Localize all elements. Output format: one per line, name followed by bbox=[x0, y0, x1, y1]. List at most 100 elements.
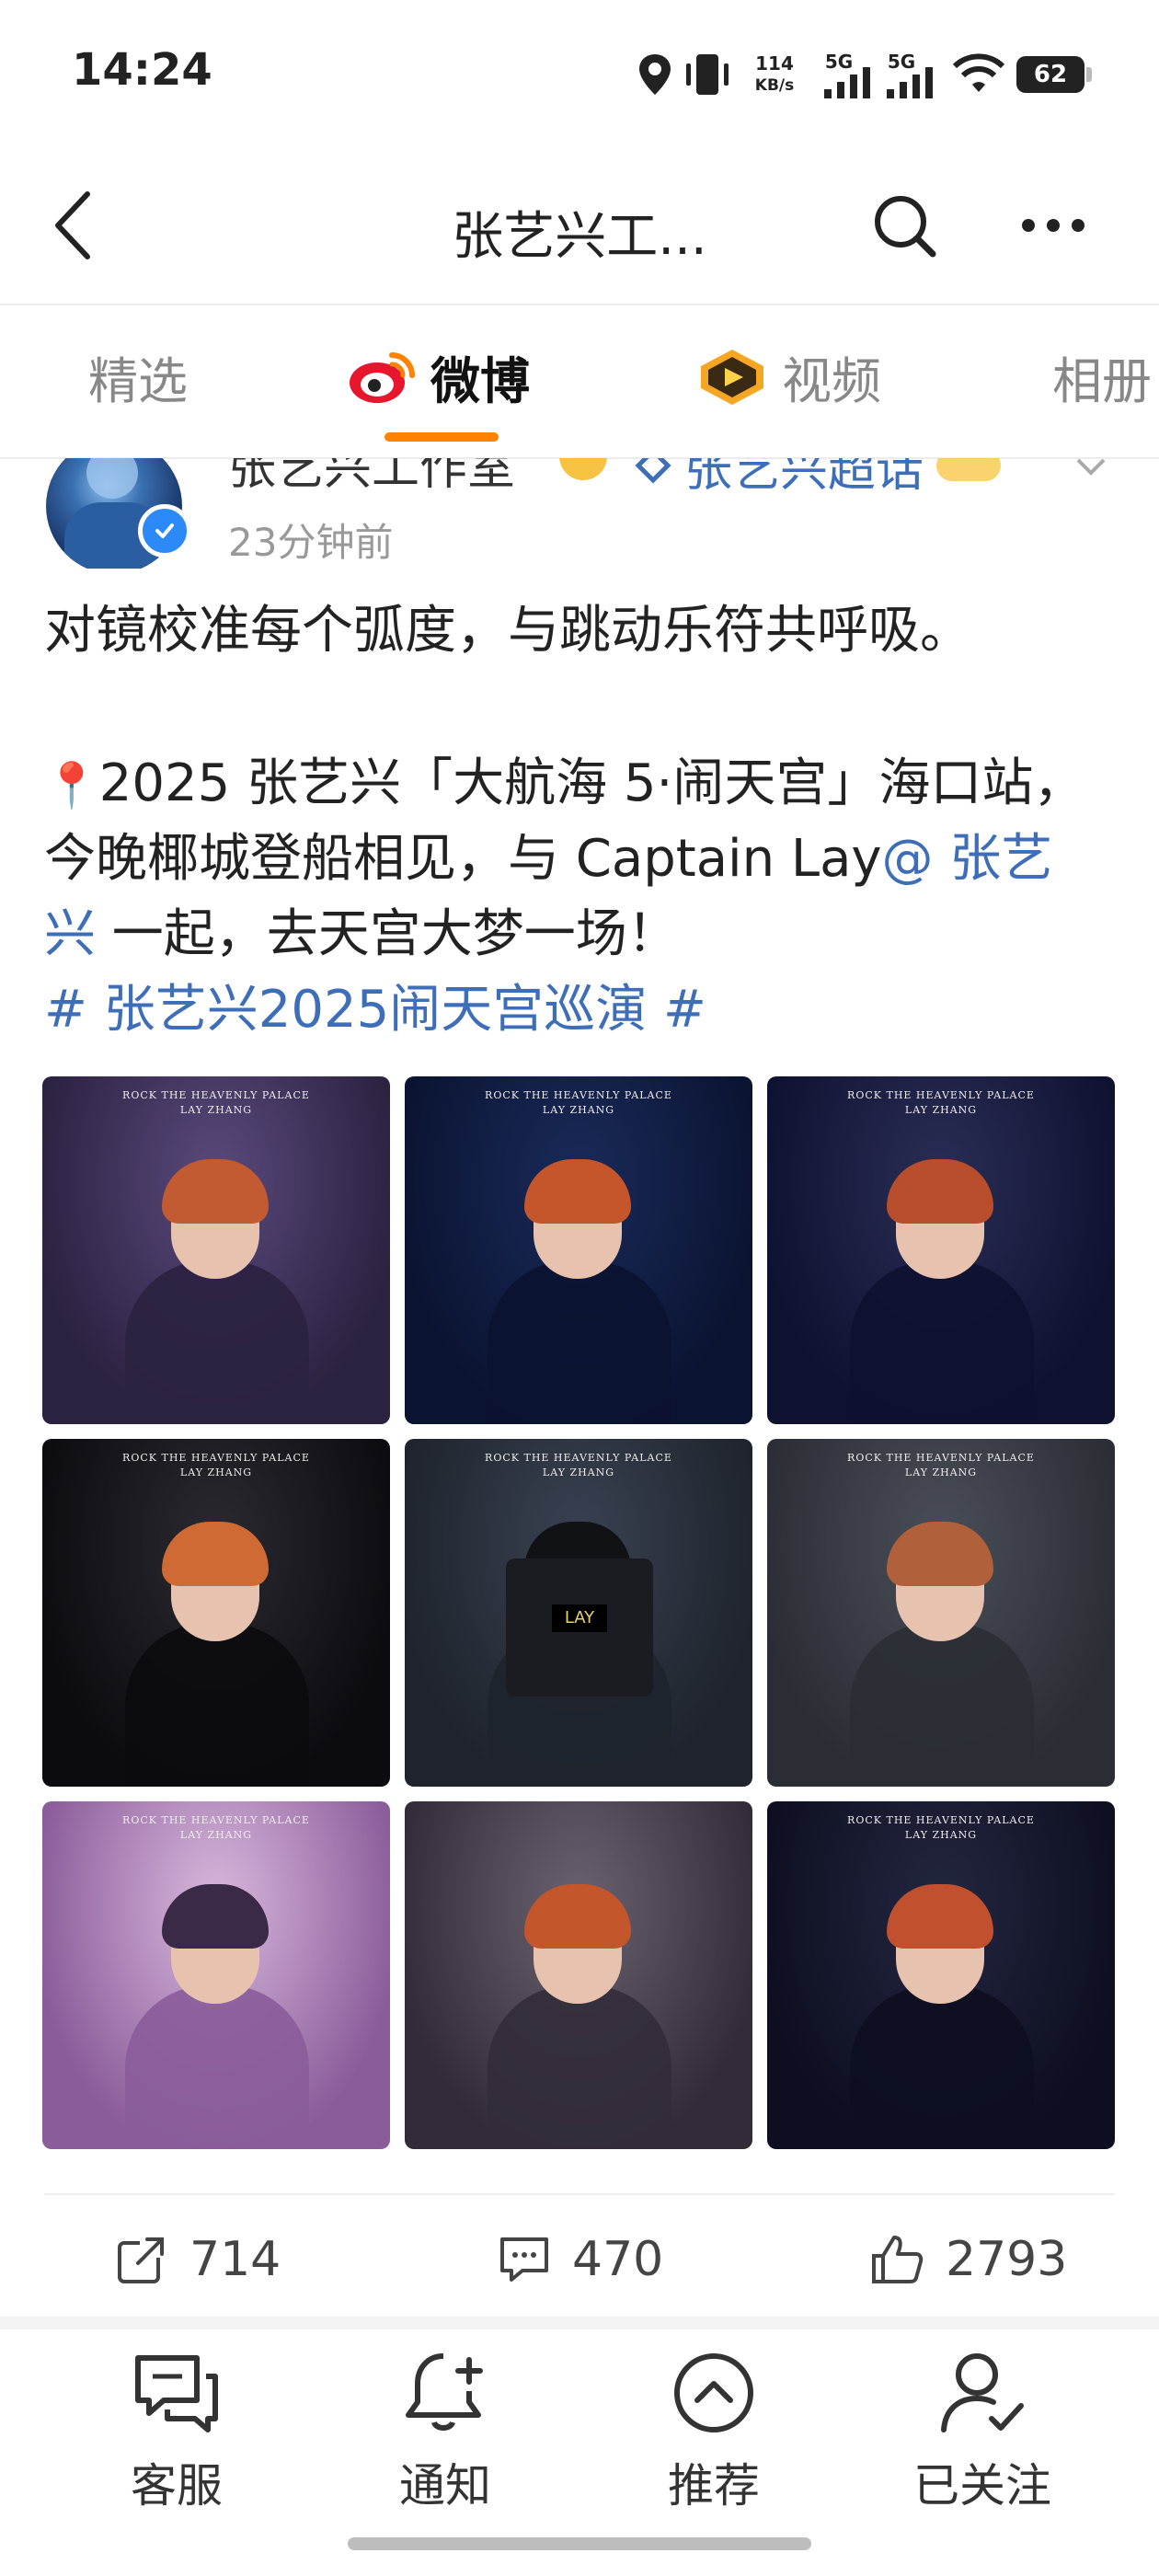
chevron-up-circle-icon bbox=[613, 2342, 815, 2444]
image-caption: ROCK THE HEAVENLY PALACE bbox=[847, 1452, 1035, 1464]
bottom-nav-recommend[interactable]: 推荐 bbox=[613, 2342, 815, 2515]
post-image[interactable]: ROCK THE HEAVENLY PALACE LAY ZHANG bbox=[42, 1076, 390, 1424]
bottom-nav-label: 客服 bbox=[131, 2459, 223, 2513]
chevron-down-icon[interactable] bbox=[1073, 458, 1109, 480]
super-topic-flag-icon bbox=[936, 458, 1002, 481]
image-caption: LAY ZHANG bbox=[904, 1104, 978, 1116]
figure-hair bbox=[162, 1522, 269, 1586]
figure-silhouette bbox=[488, 1985, 671, 2149]
post-image[interactable]: LAY ROCK THE HEAVENLY PALACE LAY ZHANG bbox=[405, 1439, 752, 1787]
post-text-line: 对镜校准每个弧度，与跳动乐符共呼吸。 bbox=[44, 601, 971, 661]
post-image[interactable]: ROCK THE HEAVENLY PALACE LAY ZHANG bbox=[767, 1439, 1115, 1787]
figure-silhouette bbox=[488, 1260, 671, 1424]
post-image[interactable]: ROCK THE HEAVENLY PALACE LAY ZHANG bbox=[42, 1801, 390, 2149]
super-topic-icon bbox=[635, 458, 671, 484]
image-caption: ROCK THE HEAVENLY PALACE bbox=[847, 1089, 1035, 1101]
active-tab-indicator bbox=[384, 432, 499, 442]
net-speed-unit: KB/s bbox=[754, 76, 795, 95]
post-time: 23分钟前 bbox=[228, 520, 394, 565]
post-image[interactable]: ROCK THE HEAVENLY PALACE LAY ZHANG bbox=[405, 1076, 752, 1424]
figure-hair bbox=[162, 1159, 269, 1224]
tab-label: 视频 bbox=[782, 352, 881, 410]
post-image[interactable] bbox=[405, 1801, 752, 2149]
figure-silhouette bbox=[125, 1985, 309, 2149]
comment-button[interactable]: 470 bbox=[497, 2230, 663, 2289]
super-topic-label: 张艺兴超话 bbox=[684, 458, 924, 498]
signal-icon bbox=[820, 64, 876, 99]
bottom-nav-notify[interactable]: 通知 bbox=[344, 2342, 546, 2515]
chat-icon bbox=[75, 2342, 278, 2444]
figure-hair bbox=[887, 1522, 993, 1586]
comment-icon bbox=[500, 2237, 548, 2282]
tab-label: 微博 bbox=[430, 352, 530, 410]
bottom-nav-customer-service[interactable]: 客服 bbox=[75, 2342, 278, 2515]
image-caption: ROCK THE HEAVENLY PALACE bbox=[485, 1089, 672, 1101]
tab-label: 相册 bbox=[1052, 352, 1152, 410]
repost-count: 714 bbox=[189, 2232, 281, 2287]
figure-silhouette bbox=[850, 1985, 1034, 2149]
image-caption: LAY ZHANG bbox=[542, 1466, 615, 1478]
tab-featured[interactable]: 精选 bbox=[88, 340, 188, 413]
figure-silhouette bbox=[125, 1260, 309, 1424]
image-caption: ROCK THE HEAVENLY PALACE bbox=[847, 1814, 1035, 1826]
super-topic-link[interactable]: 张艺兴超话 bbox=[635, 458, 1002, 500]
like-count: 2793 bbox=[946, 2232, 1068, 2287]
like-button[interactable]: 2793 bbox=[868, 2230, 1067, 2289]
bottom-nav-label: 通知 bbox=[399, 2459, 491, 2513]
post-text-line: 今晚椰城登船相见，与 Captain Lay@ 张艺 bbox=[44, 821, 1052, 898]
section-separator bbox=[0, 2317, 1159, 2329]
image-caption: LAY ZHANG bbox=[904, 1466, 978, 1478]
figure-hair bbox=[887, 1884, 993, 1949]
thumbs-up-icon bbox=[872, 2236, 924, 2283]
author-name[interactable]: 张艺兴工作室 bbox=[228, 458, 515, 498]
comment-count: 470 bbox=[572, 2232, 664, 2287]
tab-video[interactable]: 视频 bbox=[695, 340, 881, 413]
post-text-segment: 一起，去天宫大梦一场！ bbox=[96, 904, 679, 964]
tab-album[interactable]: 相册 bbox=[1052, 340, 1152, 413]
hashtag-link[interactable]: # 张艺兴2025闹天宫巡演 # bbox=[44, 972, 706, 1049]
figure-hair bbox=[887, 1159, 993, 1224]
bottom-nav-label: 已关注 bbox=[913, 2459, 1051, 2513]
figure-silhouette bbox=[850, 1623, 1034, 1787]
net-speed-value: 114 bbox=[755, 52, 794, 75]
post-image[interactable]: ROCK THE HEAVENLY PALACE LAY ZHANG bbox=[42, 1439, 390, 1787]
post-image[interactable]: ROCK THE HEAVENLY PALACE LAY ZHANG bbox=[767, 1076, 1115, 1424]
device-label: LAY bbox=[552, 1604, 607, 1632]
image-caption: LAY ZHANG bbox=[179, 1829, 253, 1841]
device-body: LAY bbox=[506, 1558, 653, 1696]
mention-link[interactable]: @ 张艺 bbox=[882, 829, 1053, 889]
home-indicator[interactable] bbox=[348, 2537, 811, 2550]
more-icon[interactable] bbox=[1012, 202, 1095, 248]
figure-hair bbox=[524, 1884, 631, 1949]
post-image[interactable]: ROCK THE HEAVENLY PALACE LAY ZHANG bbox=[767, 1801, 1115, 2149]
post-text-segment: 今晚椰城登船相见，与 Captain Lay bbox=[44, 829, 882, 889]
video-play-icon bbox=[695, 348, 769, 407]
post-text-line: 📍2025 张艺兴「大航海 5·闹天宫」海口站， bbox=[44, 745, 1084, 824]
image-caption: LAY ZHANG bbox=[179, 1104, 253, 1116]
battery-level: 62 bbox=[1033, 61, 1068, 88]
image-caption: ROCK THE HEAVENLY PALACE bbox=[122, 1814, 310, 1826]
image-caption: ROCK THE HEAVENLY PALACE bbox=[485, 1452, 672, 1464]
divider bbox=[44, 2193, 1115, 2195]
figure-hair bbox=[524, 1159, 631, 1224]
post-text-line: 兴 一起，去天宫大梦一场！ bbox=[44, 896, 679, 973]
crown-badge-icon bbox=[559, 458, 607, 480]
bottom-nav-following[interactable]: 已关注 bbox=[881, 2342, 1084, 2515]
image-caption: ROCK THE HEAVENLY PALACE bbox=[122, 1452, 310, 1464]
status-time: 14:24 bbox=[72, 44, 212, 96]
figure-hair bbox=[162, 1884, 269, 1949]
repost-button[interactable]: 714 bbox=[114, 2230, 281, 2289]
image-caption: LAY ZHANG bbox=[904, 1829, 978, 1841]
back-arrow-icon[interactable] bbox=[37, 184, 110, 267]
location-icon bbox=[635, 52, 675, 98]
signal-icon bbox=[883, 64, 938, 99]
post-header: 张艺兴工作室 张艺兴超话 23分钟前 bbox=[0, 458, 1159, 569]
tab-label: 精选 bbox=[88, 352, 188, 410]
search-icon[interactable] bbox=[868, 190, 942, 263]
figure-silhouette bbox=[125, 1623, 309, 1787]
weibo-logo-icon bbox=[346, 348, 419, 407]
tab-weibo[interactable]: 微博 bbox=[346, 340, 530, 413]
page-title: 张艺兴工... bbox=[452, 207, 707, 267]
mention-link[interactable]: 兴 bbox=[44, 904, 96, 964]
image-caption: LAY ZHANG bbox=[542, 1104, 615, 1116]
